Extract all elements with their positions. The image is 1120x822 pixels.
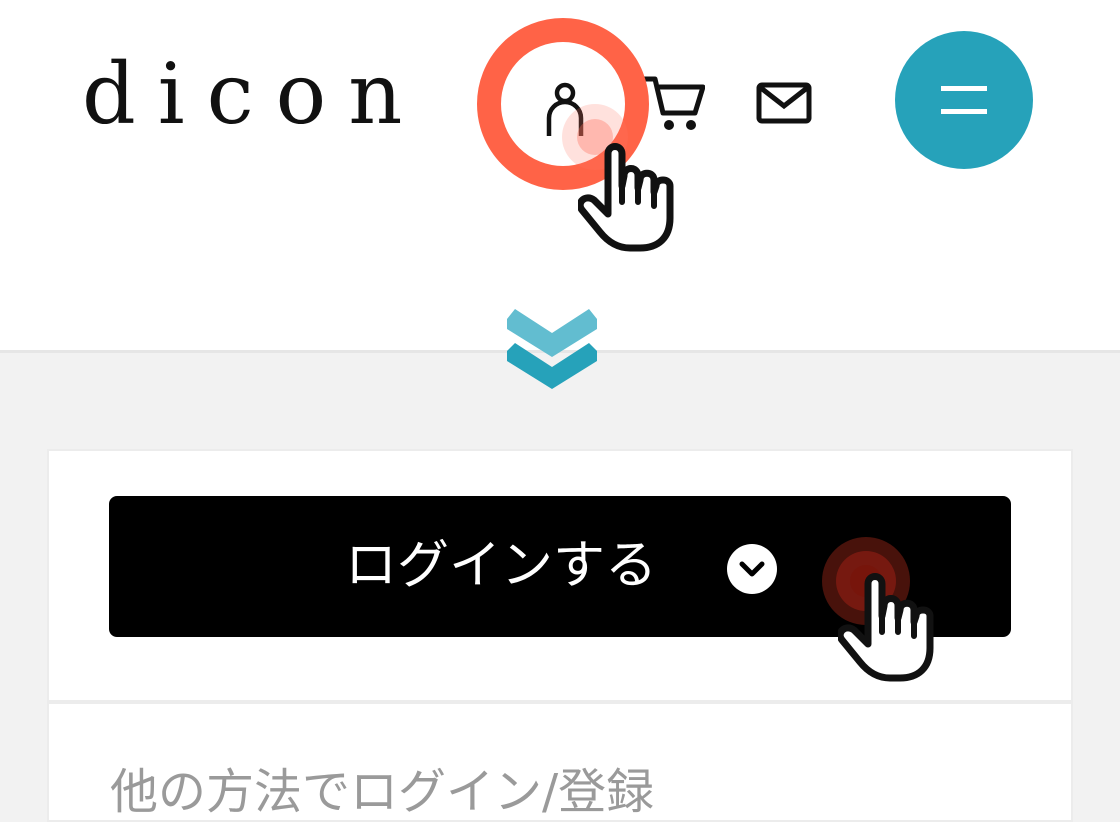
- site-header: dicon: [0, 0, 1120, 389]
- mail-icon: [756, 82, 812, 124]
- login-button-label: ログインする: [345, 536, 658, 596]
- menu-button[interactable]: [895, 31, 1033, 169]
- scroll-down-chevron-icon: [507, 309, 597, 389]
- pointing-hand-icon: [838, 573, 934, 682]
- hamburger-icon: [941, 86, 987, 114]
- pointing-hand-icon: [578, 143, 674, 252]
- site-logo[interactable]: dicon: [82, 52, 424, 136]
- chevron-down-icon: [727, 544, 777, 594]
- other-login-link[interactable]: 他の方法でログイン/登録: [110, 762, 654, 822]
- mail-button[interactable]: [748, 70, 820, 136]
- cart-icon: [643, 76, 705, 130]
